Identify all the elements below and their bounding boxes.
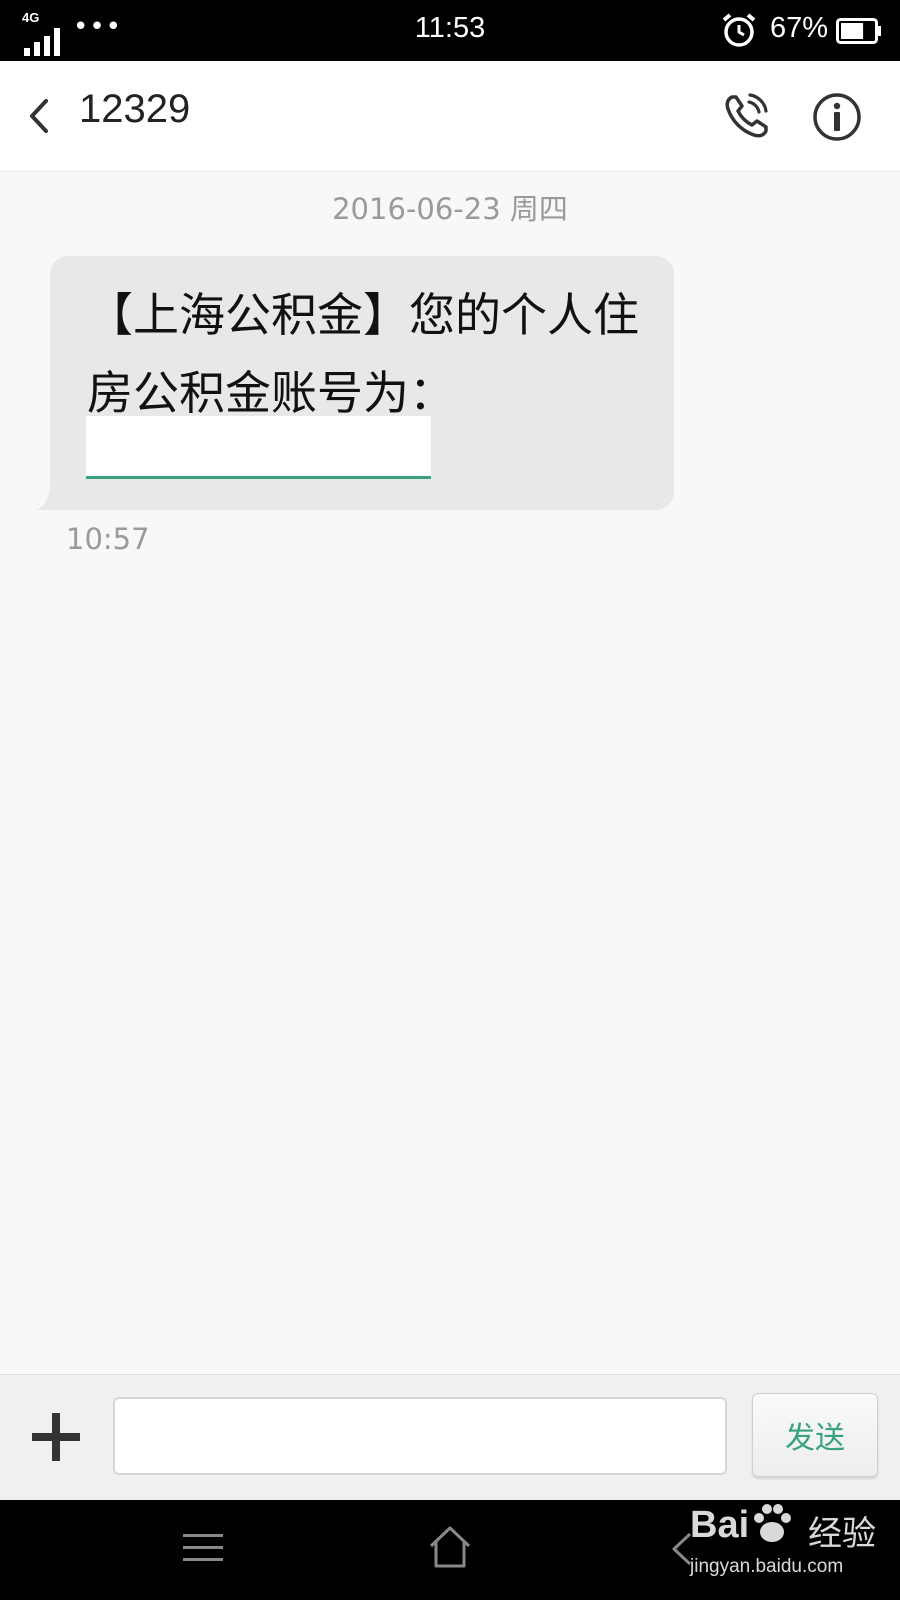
watermark-logo-text: Bai (690, 1504, 750, 1546)
message-bubble[interactable]: 【上海公积金】您的个人住房公积金账号为： (50, 256, 674, 510)
menu-icon[interactable] (181, 1528, 225, 1568)
send-button[interactable]: 发送 (752, 1393, 878, 1477)
conversation-header: 12329 (0, 61, 900, 172)
battery-percent: 67% (770, 12, 829, 44)
plus-icon[interactable] (30, 1411, 82, 1463)
status-bar: 4G ••• 11:53 67% (0, 0, 900, 61)
info-icon[interactable] (812, 92, 862, 142)
home-icon[interactable] (427, 1524, 473, 1570)
system-navbar: Bai 经验 jingyan.baidu.com (0, 1500, 900, 1600)
watermark-url: jingyan.baidu.com (690, 1556, 844, 1577)
back-icon[interactable] (24, 91, 54, 141)
message-input[interactable] (113, 1397, 727, 1475)
paw-icon (754, 1504, 791, 1542)
redacted-account-number (86, 416, 431, 479)
date-separator: 2016-06-23 周四 (332, 192, 568, 226)
message-time: 10:57 (66, 522, 150, 556)
contact-title: 12329 (79, 87, 191, 131)
phone-call-icon[interactable] (722, 89, 772, 141)
message-text: 【上海公积金】您的个人住房公积金账号为： (87, 288, 639, 420)
battery-icon (836, 18, 881, 44)
baidu-watermark: Bai 经验 jingyan.baidu.com (690, 1502, 890, 1592)
alarm-icon (722, 13, 756, 47)
message-composer: 发送 (0, 1374, 900, 1501)
watermark-cn-text: 经验 (808, 1514, 876, 1554)
status-clock: 11:53 (414, 12, 486, 44)
